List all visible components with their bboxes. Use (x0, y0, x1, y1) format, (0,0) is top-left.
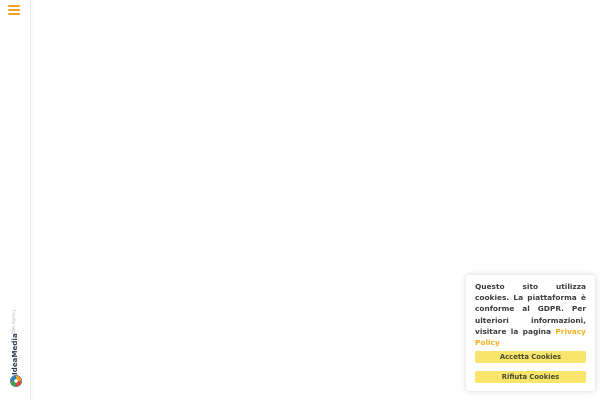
hamburger-menu-icon[interactable] (8, 4, 22, 16)
brand-name: IdeaMedia (11, 333, 19, 375)
cookie-message: Questo sito utilizza cookies. La piattaf… (475, 281, 586, 348)
brand-credit: Web Agency (11, 310, 16, 334)
menu-line (8, 5, 20, 7)
menu-line (8, 13, 20, 15)
idea-media-logo-icon (10, 375, 22, 387)
page: Web Agency IdeaMedia Questo sito utilizz… (0, 0, 600, 400)
reject-cookies-button[interactable]: Rifiuta Cookies (475, 371, 586, 383)
accept-cookies-button[interactable]: Accetta Cookies (475, 351, 586, 363)
sidebar: Web Agency IdeaMedia (0, 0, 31, 400)
menu-line (8, 9, 20, 11)
cookie-banner: Questo sito utilizza cookies. La piattaf… (466, 275, 595, 391)
brand[interactable]: Web Agency IdeaMedia (9, 308, 23, 388)
